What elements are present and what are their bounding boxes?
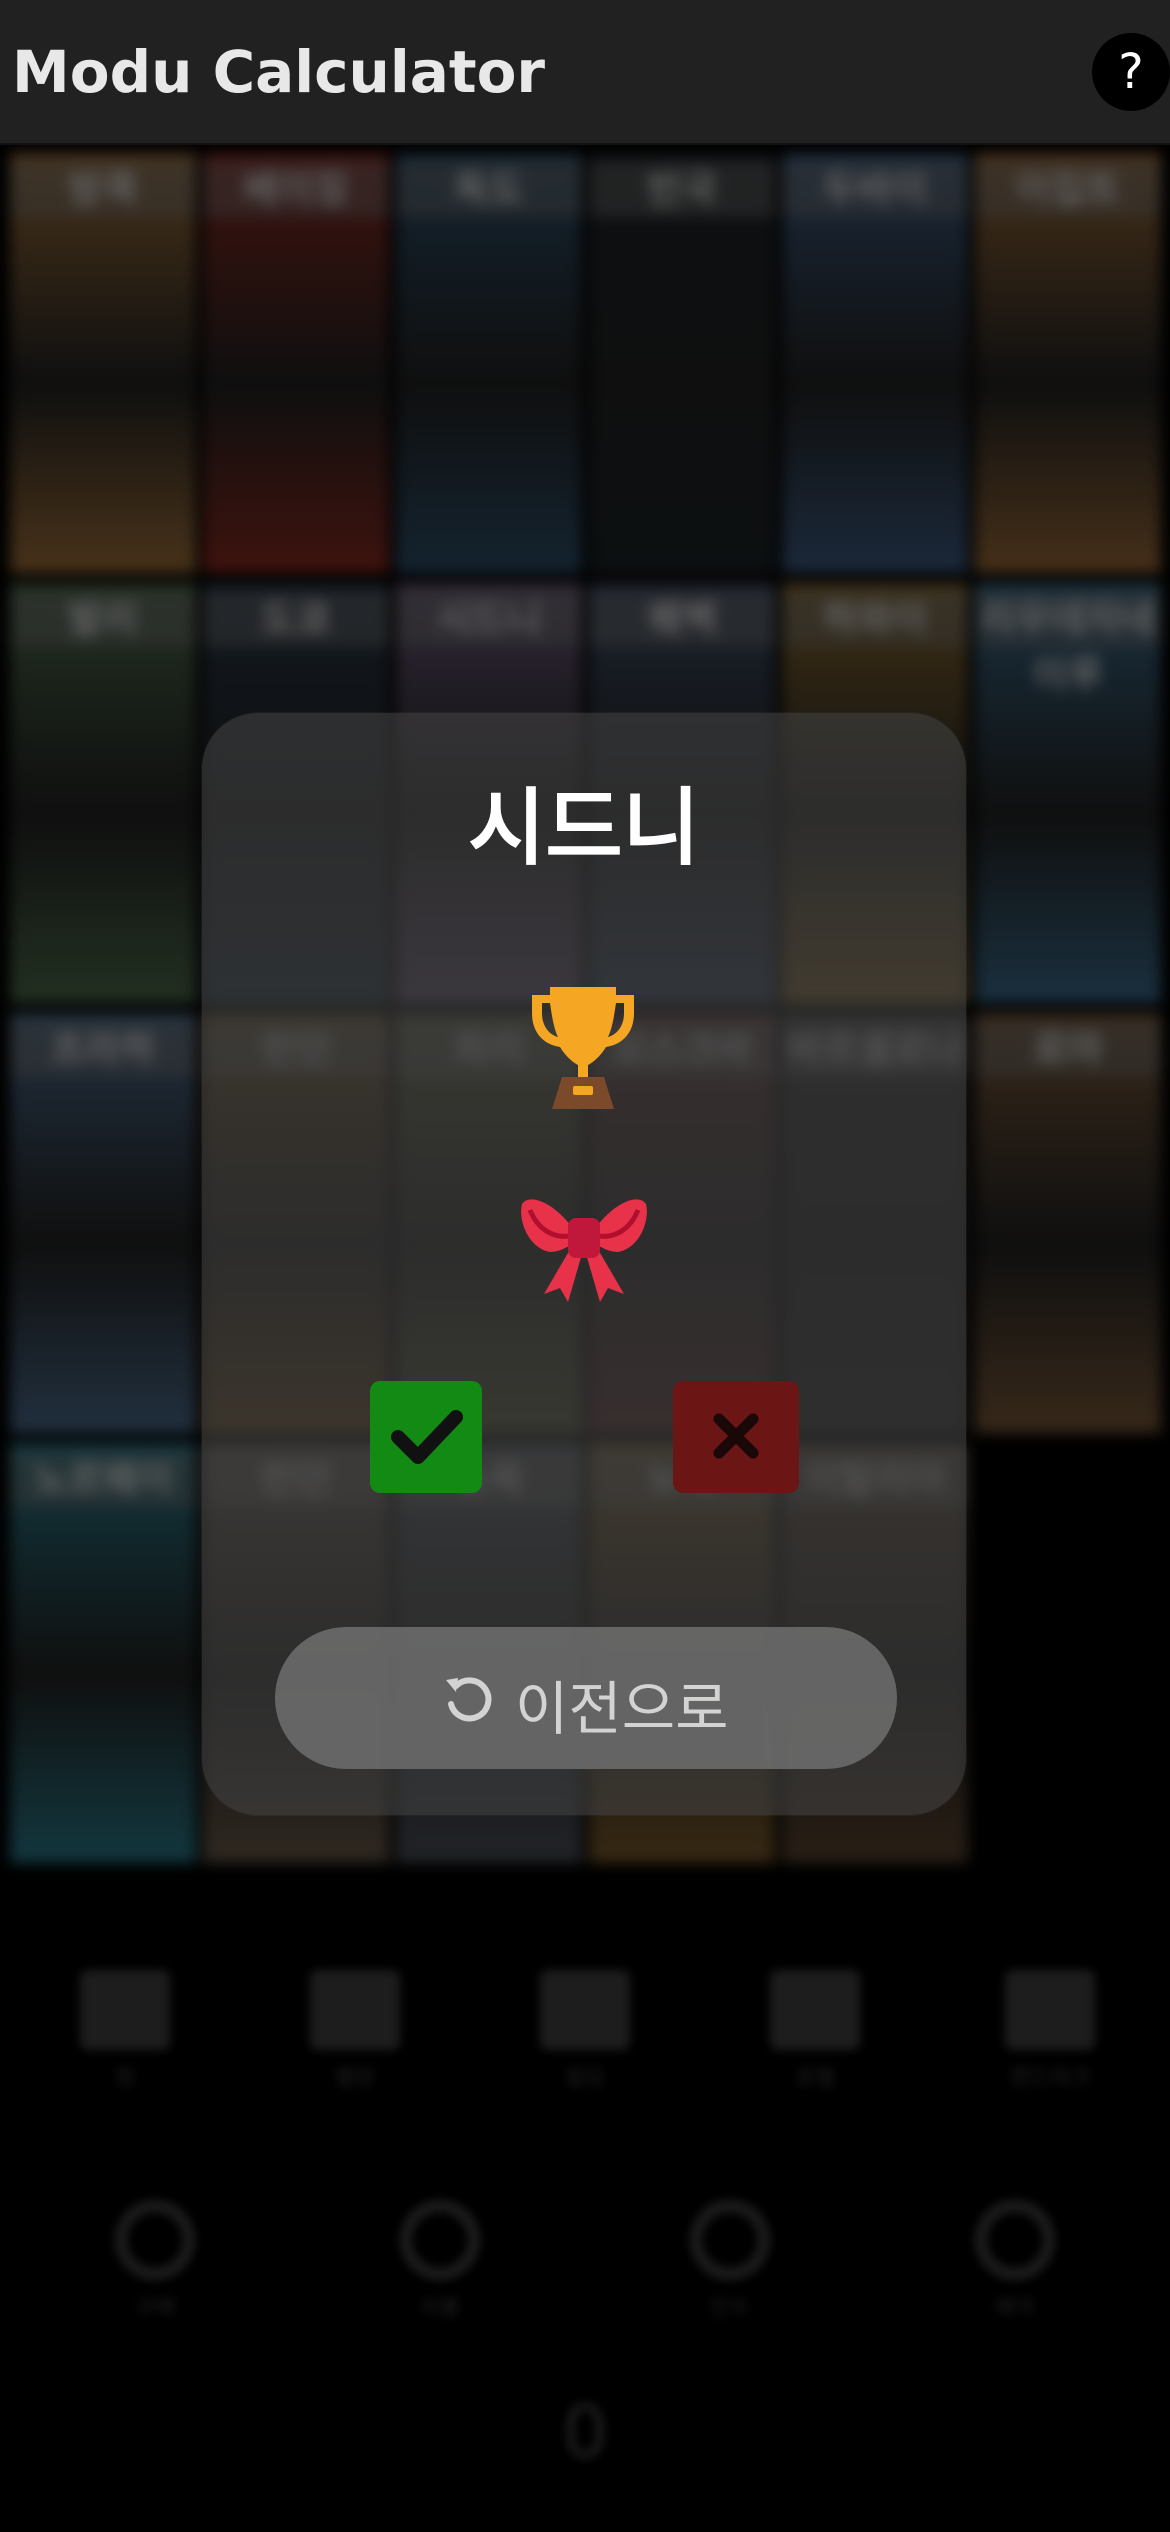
confirm-button[interactable] [370, 1381, 482, 1493]
check-icon [391, 1410, 463, 1464]
app-title: Modu Calculator [12, 38, 546, 106]
back-button-label: 이전으로 [515, 1675, 729, 1743]
cancel-button[interactable] [673, 1381, 799, 1493]
help-button[interactable]: ? [1092, 33, 1170, 111]
close-icon [713, 1413, 759, 1459]
app-header: Modu Calculator ? [0, 0, 1170, 145]
bow-icon [521, 1199, 647, 1302]
city-dialog: 시드니 이전으로 [202, 713, 966, 1815]
undo-icon [446, 1677, 492, 1722]
trophy-icon [532, 987, 634, 1109]
back-button[interactable]: 이전으로 [275, 1627, 897, 1769]
dialog-title: 시드니 [468, 779, 700, 877]
